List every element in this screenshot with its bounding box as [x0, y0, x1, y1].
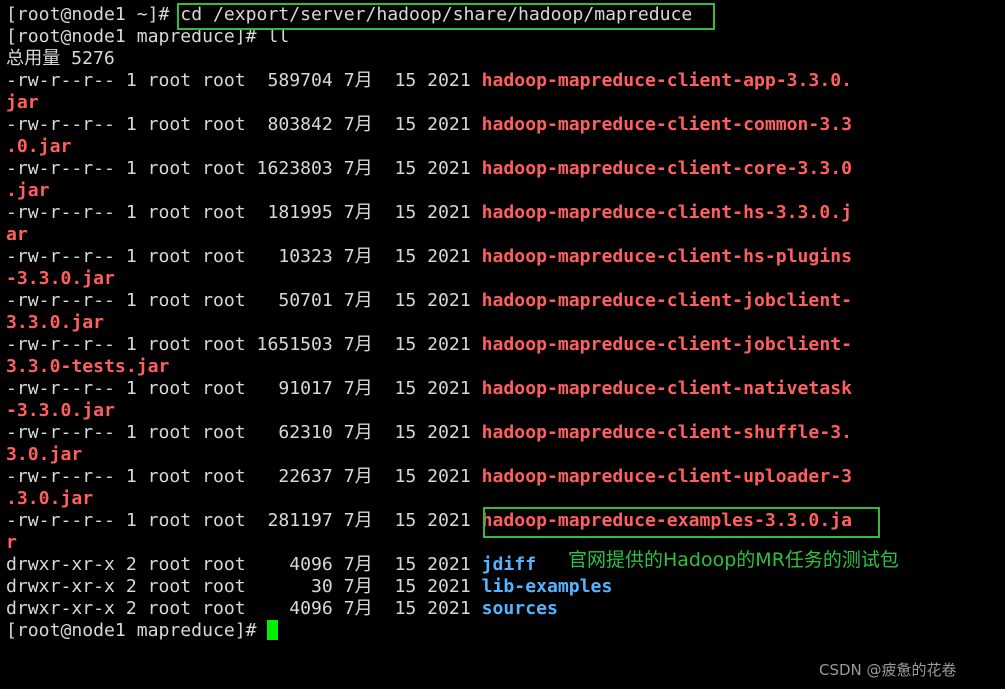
total-size-line: 总用量 5276 — [6, 48, 115, 69]
jar-filename: hadoop-mapreduce-client-uploader-3 — [481, 466, 852, 487]
shell-prompt: [root@node1 mapreduce]# — [6, 620, 268, 641]
jar-filename-wrap: jar — [6, 92, 39, 113]
jar-filename-wrap: ar — [6, 224, 28, 245]
file-info: -rw-r--r-- 1 root root 22637 7月 15 2021 — [6, 466, 482, 487]
examples-jar-highlight — [483, 507, 880, 538]
file-info: -rw-r--r-- 1 root root 1623803 7月 15 202… — [6, 158, 482, 179]
dir-row: drwxr-xr-x 2 root root 30 7月 15 2021 lib… — [6, 576, 1001, 598]
file-info: -rw-r--r-- 1 root root 803842 7月 15 2021 — [6, 114, 482, 135]
dir-info: drwxr-xr-x 2 root root 4096 7月 15 2021 — [6, 554, 482, 575]
file-row: -rw-r--r-- 1 root root 91017 7月 15 2021 … — [6, 378, 1001, 400]
jar-filename: hadoop-mapreduce-client-app-3.3.0. — [481, 70, 852, 91]
dir-info: drwxr-xr-x 2 root root 30 7月 15 2021 — [6, 576, 482, 597]
file-info: -rw-r--r-- 1 root root 91017 7月 15 2021 — [6, 378, 482, 399]
file-info: -rw-r--r-- 1 root root 181995 7月 15 2021 — [6, 202, 482, 223]
dir-row: drwxr-xr-x 2 root root 4096 7月 15 2021 s… — [6, 598, 1001, 620]
file-info: -rw-r--r-- 1 root root 1651503 7月 15 202… — [6, 334, 482, 355]
file-row: -rw-r--r-- 1 root root 1651503 7月 15 202… — [6, 334, 1001, 356]
jar-filename: hadoop-mapreduce-client-hs-plugins — [481, 246, 852, 267]
jar-filename-wrap: -3.3.0.jar — [6, 268, 115, 289]
jar-filename: hadoop-mapreduce-client-jobclient- — [481, 290, 852, 311]
dir-name: jdiff — [481, 554, 537, 575]
jar-filename-wrap: 3.3.0.jar — [6, 312, 105, 333]
jar-filename: hadoop-mapreduce-client-shuffle-3. — [481, 422, 852, 443]
file-row: -rw-r--r-- 1 root root 803842 7月 15 2021… — [6, 114, 1001, 136]
jar-filename: hadoop-mapreduce-client-common-3.3 — [481, 114, 852, 135]
dir-name: sources — [481, 598, 558, 619]
jar-filename: hadoop-mapreduce-client-nativetask — [481, 378, 852, 399]
file-row: -rw-r--r-- 1 root root 589704 7月 15 2021… — [6, 70, 1001, 92]
file-row: -rw-r--r-- 1 root root 1623803 7月 15 202… — [6, 158, 1001, 180]
csdn-watermark: CSDN @疲惫的花卷 — [819, 661, 957, 679]
jar-filename-wrap: .0.jar — [6, 136, 72, 157]
examples-annotation: 官网提供的Hadoop的MR任务的测试包 — [568, 549, 899, 571]
jar-filename: hadoop-mapreduce-client-jobclient- — [481, 334, 852, 355]
file-row: -rw-r--r-- 1 root root 10323 7月 15 2021 … — [6, 246, 1001, 268]
jar-filename: hadoop-mapreduce-client-hs-3.3.0.j — [481, 202, 852, 223]
file-info: -rw-r--r-- 1 root root 589704 7月 15 2021 — [6, 70, 482, 91]
file-info: -rw-r--r-- 1 root root 62310 7月 15 2021 — [6, 422, 482, 443]
jar-filename-wrap: 3.0.jar — [6, 444, 83, 465]
terminal-cursor — [267, 620, 279, 640]
shell-prompt: [root@node1 ~]# — [6, 4, 181, 25]
final-prompt-line[interactable]: [root@node1 mapreduce]# — [6, 620, 1001, 642]
jar-filename-wrap: .jar — [6, 180, 50, 201]
file-info: -rw-r--r-- 1 root root 50701 7月 15 2021 — [6, 290, 482, 311]
jar-filename-wrap: -3.3.0.jar — [6, 400, 115, 421]
file-row: -rw-r--r-- 1 root root 181995 7月 15 2021… — [6, 202, 1001, 224]
file-row: -rw-r--r-- 1 root root 50701 7月 15 2021 … — [6, 290, 1001, 312]
file-row: -rw-r--r-- 1 root root 62310 7月 15 2021 … — [6, 422, 1001, 444]
file-row: -rw-r--r-- 1 root root 22637 7月 15 2021 … — [6, 466, 1001, 488]
file-info: -rw-r--r-- 1 root root 281197 7月 15 2021 — [6, 510, 482, 531]
jar-filename-wrap: 3.3.0-tests.jar — [6, 356, 170, 377]
cd-command-highlight — [177, 3, 715, 30]
jar-filename: hadoop-mapreduce-client-core-3.3.0 — [481, 158, 852, 179]
dir-name: lib-examples — [481, 576, 613, 597]
dir-info: drwxr-xr-x 2 root root 4096 7月 15 2021 — [6, 598, 482, 619]
file-info: -rw-r--r-- 1 root root 10323 7月 15 2021 — [6, 246, 482, 267]
